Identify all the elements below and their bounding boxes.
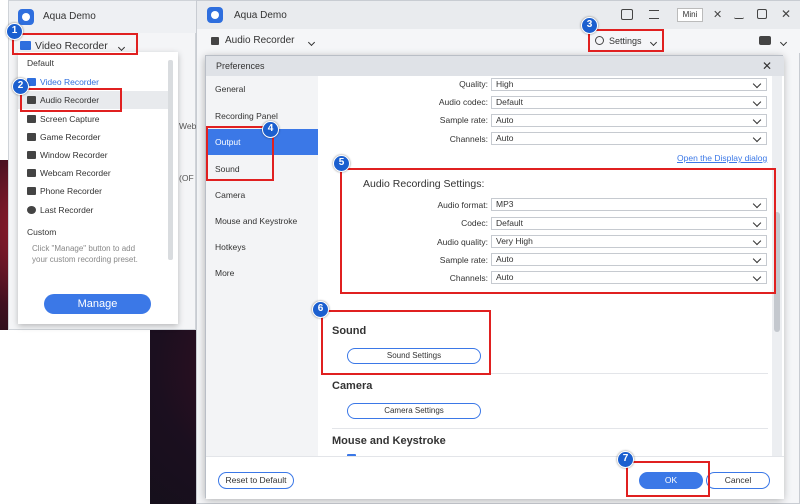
chevron-down-icon [307,38,316,47]
recorder-label: Audio Recorder [225,35,295,46]
preferences-title: Preferences [216,61,265,71]
audio-codec-label: Audio codec: [438,97,488,107]
camera-heading: Camera [332,380,373,392]
camera-settings-button[interactable]: Camera Settings [347,403,481,419]
step-badge-4: 4 [262,121,279,138]
highlight-box-1 [12,33,138,55]
menu-item-webcam-recorder[interactable]: Webcam Recorder [18,164,168,182]
menu-item-label: Webcam Recorder [40,168,111,178]
highlight-box-2 [20,88,122,112]
app-logo-icon [18,9,34,25]
sidebar-item-camera[interactable]: Camera [206,182,318,208]
pin-icon[interactable]: ✕ [713,8,722,21]
minimize-icon[interactable] [734,10,744,19]
clock-icon [27,206,36,214]
default-section-label: Default [27,58,54,68]
sidebar-item-hotkeys[interactable]: Hotkeys [206,234,318,260]
highlight-box-7 [626,461,710,497]
sidebar-item-mouse-and-keystroke[interactable]: Mouse and Keystroke [206,208,318,234]
custom-section-label: Custom [27,227,57,237]
sample-rate-select[interactable]: Auto [491,114,767,127]
sample-rate-label: Sample rate: [439,115,488,125]
quality-select[interactable]: High [491,78,767,91]
divider [332,428,768,429]
maximize-icon[interactable] [757,9,767,19]
menu-item-screen-capture[interactable]: Screen Capture [18,110,168,128]
menu-item-label: Video Recorder [40,77,99,87]
highlight-box-5 [340,168,776,294]
menu-scrollbar[interactable] [168,60,173,260]
camera-icon [27,115,36,123]
quality-label: Quality: [459,79,488,89]
step-badge-3: 3 [581,17,598,34]
step-badge-2: 2 [12,78,29,95]
menu-item-last-recorder[interactable]: Last Recorder [18,201,168,219]
sidebar-item-general[interactable]: General [206,76,318,102]
peek-text-2: (OF [179,173,194,183]
window-icon [27,151,36,159]
recorder-toolbar: Audio Recorder Settings [197,29,800,53]
menu-item-phone-recorder[interactable]: Phone Recorder [18,182,168,200]
menu-item-label: Screen Capture [40,114,100,124]
speaker-icon [211,37,219,45]
highlight-box-6 [321,310,491,375]
phone-icon [27,187,36,195]
left-window-title: Aqua Demo [43,11,96,22]
gamepad-icon [27,133,36,141]
highlight-box-3 [588,29,664,52]
close-icon[interactable]: ✕ [762,56,772,76]
mouse-and-keystroke-heading: Mouse and Keystroke [332,435,446,447]
step-badge-5: 5 [333,155,350,172]
menu-item-game-recorder[interactable]: Game Recorder [18,128,168,146]
camera-icon[interactable] [759,36,771,45]
step-badge-7: 7 [617,451,634,468]
menu-item-label: Game Recorder [40,132,101,142]
custom-hint: Click "Manage" button to add your custom… [32,244,138,264]
menu-item-label: Phone Recorder [40,186,102,196]
cancel-button[interactable]: Cancel [706,472,770,489]
menu-item-label: Window Recorder [40,150,108,160]
main-window-title: Aqua Demo [234,10,287,21]
main-title-bar: Aqua Demo Mini ✕ ✕ [197,1,800,29]
audio-recorder-dropdown[interactable]: Audio Recorder [211,33,321,49]
feedback-icon[interactable] [621,9,633,20]
audio-codec-select[interactable]: Default [491,96,767,109]
chevron-down-icon[interactable] [779,38,788,47]
sidebar-item-more[interactable]: More [206,260,318,286]
mini-button[interactable]: Mini [677,8,703,22]
webcam-icon [27,169,36,177]
preferences-title-bar: Preferences ✕ [206,56,784,76]
manage-button[interactable]: Manage [44,294,151,314]
app-logo-icon [207,7,223,23]
left-title-bar: Aqua Demo [9,1,197,33]
close-icon[interactable]: ✕ [781,7,791,21]
step-badge-6: 6 [312,301,329,318]
step-badge-1: 1 [6,23,23,40]
menu-item-window-recorder[interactable]: Window Recorder [18,146,168,164]
open-display-dialog-link[interactable]: Open the Display dialog [677,153,767,163]
menu-icon[interactable] [649,10,659,19]
menu-item-label: Last Recorder [40,205,94,215]
channels-label: Channels: [449,134,488,144]
channels-select[interactable]: Auto [491,132,767,145]
reset-to-default-button[interactable]: Reset to Default [218,472,294,489]
peek-text: Web [179,121,197,131]
